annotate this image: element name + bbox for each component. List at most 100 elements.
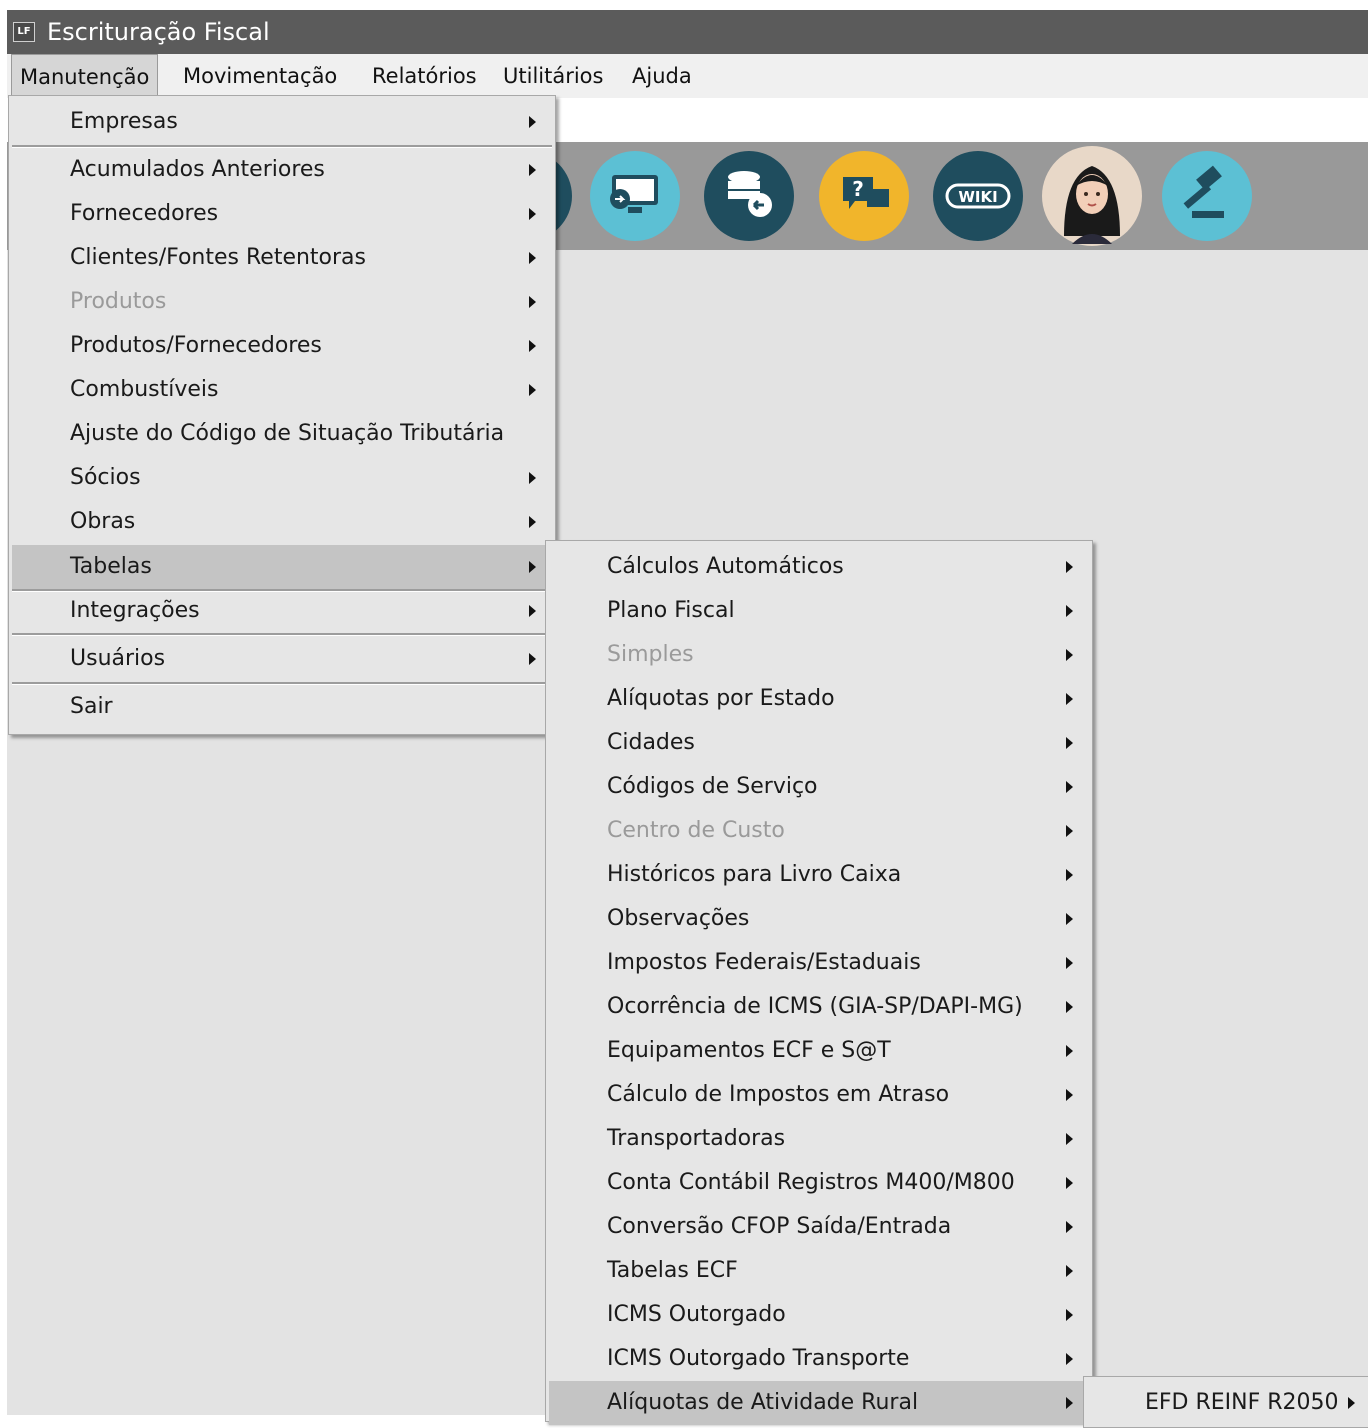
- menu-item-label: Acumulados Anteriores: [70, 157, 325, 182]
- menu-item-historicos-livro-caixa[interactable]: Históricos para Livro Caixa: [549, 853, 1089, 897]
- computer-transfer-icon[interactable]: [590, 151, 680, 241]
- menu-item-efd-reinf-r2050[interactable]: EFD REINF R2050: [1087, 1381, 1368, 1425]
- menu-item-produtos: Produtos: [12, 280, 552, 324]
- submenu-arrow-icon: [529, 208, 536, 220]
- menu-item-cidades[interactable]: Cidades: [549, 721, 1089, 765]
- submenu-arrow-icon: [1066, 957, 1073, 969]
- menu-separator: [12, 633, 552, 636]
- menu-item-equipamentos-ecf[interactable]: Equipamentos ECF e S@T: [549, 1029, 1089, 1073]
- menu-item-label: Sair: [70, 694, 113, 719]
- submenu-arrow-icon: [529, 561, 536, 573]
- manutencao-dropdown: Empresas Acumulados Anteriores Fornecedo…: [8, 95, 556, 735]
- menu-item-label: Obras: [70, 509, 136, 534]
- menu-item-label: Transportadoras: [607, 1126, 786, 1151]
- submenu-arrow-icon: [1066, 869, 1073, 881]
- submenu-arrow-icon: [1066, 1133, 1073, 1145]
- menu-item-produtos-fornecedores[interactable]: Produtos/Fornecedores: [12, 324, 552, 368]
- submenu-arrow-icon: [1066, 1221, 1073, 1233]
- menu-item-usuarios[interactable]: Usuários: [12, 637, 552, 681]
- menu-item-acumulados-anteriores[interactable]: Acumulados Anteriores: [12, 148, 552, 192]
- menu-item-aliquotas-atividade-rural[interactable]: Alíquotas de Atividade Rural: [549, 1381, 1089, 1425]
- menu-item-label: Cálculo de Impostos em Atraso: [607, 1082, 950, 1107]
- menu-item-aliquotas-estado[interactable]: Alíquotas por Estado: [549, 677, 1089, 721]
- menu-item-conversao-cfop[interactable]: Conversão CFOP Saída/Entrada: [549, 1205, 1089, 1249]
- menu-item-clientes[interactable]: Clientes/Fontes Retentoras: [12, 236, 552, 280]
- menu-item-sair[interactable]: Sair: [12, 685, 552, 729]
- menu-item-calculo-impostos-atraso[interactable]: Cálculo de Impostos em Atraso: [549, 1073, 1089, 1117]
- menu-item-label: Empresas: [70, 109, 178, 134]
- submenu-arrow-icon: [529, 605, 536, 617]
- menu-item-label: Clientes/Fontes Retentoras: [70, 245, 367, 270]
- menu-item-icms-outorgado[interactable]: ICMS Outorgado: [549, 1293, 1089, 1337]
- title-bar: LF Escrituração Fiscal: [7, 10, 1368, 54]
- menu-item-integracoes[interactable]: Integrações: [12, 589, 552, 633]
- menu-item-label: Códigos de Serviço: [607, 774, 818, 799]
- atividade-rural-submenu: EFD REINF R2050: [1083, 1376, 1368, 1428]
- menu-item-label: Tabelas ECF: [607, 1258, 738, 1283]
- menu-item-impostos-federais[interactable]: Impostos Federais/Estaduais: [549, 941, 1089, 985]
- menu-movimentacao[interactable]: Movimentação: [175, 54, 345, 98]
- gavel-icon[interactable]: [1162, 151, 1252, 241]
- menu-item-label: Produtos/Fornecedores: [70, 333, 322, 358]
- menu-item-empresas[interactable]: Empresas: [12, 100, 552, 144]
- menu-item-observacoes[interactable]: Observações: [549, 897, 1089, 941]
- database-sync-icon[interactable]: [704, 151, 794, 241]
- submenu-arrow-icon: [1066, 561, 1073, 573]
- submenu-arrow-icon: [529, 296, 536, 308]
- menu-item-socios[interactable]: Sócios: [12, 456, 552, 500]
- menu-item-icms-outorgado-transporte[interactable]: ICMS Outorgado Transporte: [549, 1337, 1089, 1381]
- submenu-arrow-icon: [1066, 1265, 1073, 1277]
- menu-item-label: Fornecedores: [70, 201, 219, 226]
- menu-item-label: Plano Fiscal: [607, 598, 735, 623]
- submenu-arrow-icon: [1066, 605, 1073, 617]
- submenu-arrow-icon: [529, 384, 536, 396]
- tabelas-submenu: Cálculos Automáticos Plano Fiscal Simple…: [545, 540, 1093, 1425]
- menu-item-transportadoras[interactable]: Transportadoras: [549, 1117, 1089, 1161]
- menu-item-label: Integrações: [70, 598, 200, 623]
- menu-ajuda[interactable]: Ajuda: [624, 54, 700, 98]
- menu-item-label: Usuários: [70, 646, 166, 671]
- menu-item-label: Equipamentos ECF e S@T: [607, 1038, 891, 1063]
- menu-item-fornecedores[interactable]: Fornecedores: [12, 192, 552, 236]
- app-logo[interactable]: LF: [13, 22, 35, 42]
- menu-manutencao[interactable]: Manutenção: [11, 54, 159, 98]
- menu-relatorios[interactable]: Relatórios: [364, 54, 485, 98]
- menu-item-label: Ocorrência de ICMS (GIA-SP/DAPI-MG): [607, 994, 1023, 1019]
- menu-item-label: Impostos Federais/Estaduais: [607, 950, 921, 975]
- menu-item-ajuste-cst[interactable]: Ajuste do Código de Situação Tributária: [12, 412, 552, 456]
- menu-item-tabelas-ecf[interactable]: Tabelas ECF: [549, 1249, 1089, 1293]
- submenu-arrow-icon: [1066, 1001, 1073, 1013]
- submenu-arrow-icon: [1066, 1045, 1073, 1057]
- menu-item-centro-custo: Centro de Custo: [549, 809, 1089, 853]
- help-chat-icon[interactable]: ?: [819, 151, 909, 241]
- menu-item-label: ICMS Outorgado Transporte: [607, 1346, 910, 1371]
- menu-item-label: Centro de Custo: [607, 818, 785, 843]
- submenu-arrow-icon: [1066, 737, 1073, 749]
- submenu-arrow-icon: [1066, 913, 1073, 925]
- menu-item-ocorrencia-icms[interactable]: Ocorrência de ICMS (GIA-SP/DAPI-MG): [549, 985, 1089, 1029]
- menu-item-codigos-servico[interactable]: Códigos de Serviço: [549, 765, 1089, 809]
- menu-item-label: EFD REINF R2050: [1145, 1390, 1339, 1415]
- menu-item-label: Alíquotas de Atividade Rural: [607, 1390, 919, 1415]
- submenu-arrow-icon: [1066, 1177, 1073, 1189]
- menu-item-obras[interactable]: Obras: [12, 500, 552, 544]
- submenu-arrow-icon: [1066, 781, 1073, 793]
- submenu-arrow-icon: [529, 116, 536, 128]
- menu-item-label: Produtos: [70, 289, 167, 314]
- menu-item-combustiveis[interactable]: Combustíveis: [12, 368, 552, 412]
- menu-utilitarios[interactable]: Utilitários: [495, 54, 611, 98]
- submenu-arrow-icon: [529, 340, 536, 352]
- wiki-icon[interactable]: WIKI: [933, 151, 1023, 241]
- submenu-arrow-icon: [529, 653, 536, 665]
- assistant-avatar-icon[interactable]: [1042, 146, 1142, 246]
- menu-item-tabelas[interactable]: Tabelas: [12, 545, 552, 589]
- menu-item-simples: Simples: [549, 633, 1089, 677]
- wiki-label: WIKI: [958, 188, 997, 206]
- help-question-mark: ?: [852, 177, 864, 201]
- menu-item-conta-contabil[interactable]: Conta Contábil Registros M400/M800: [549, 1161, 1089, 1205]
- menu-item-calculos-automaticos[interactable]: Cálculos Automáticos: [549, 545, 1089, 589]
- submenu-arrow-icon: [529, 252, 536, 264]
- menu-item-plano-fiscal[interactable]: Plano Fiscal: [549, 589, 1089, 633]
- menu-item-label: ICMS Outorgado: [607, 1302, 786, 1327]
- submenu-arrow-icon: [1066, 1397, 1073, 1409]
